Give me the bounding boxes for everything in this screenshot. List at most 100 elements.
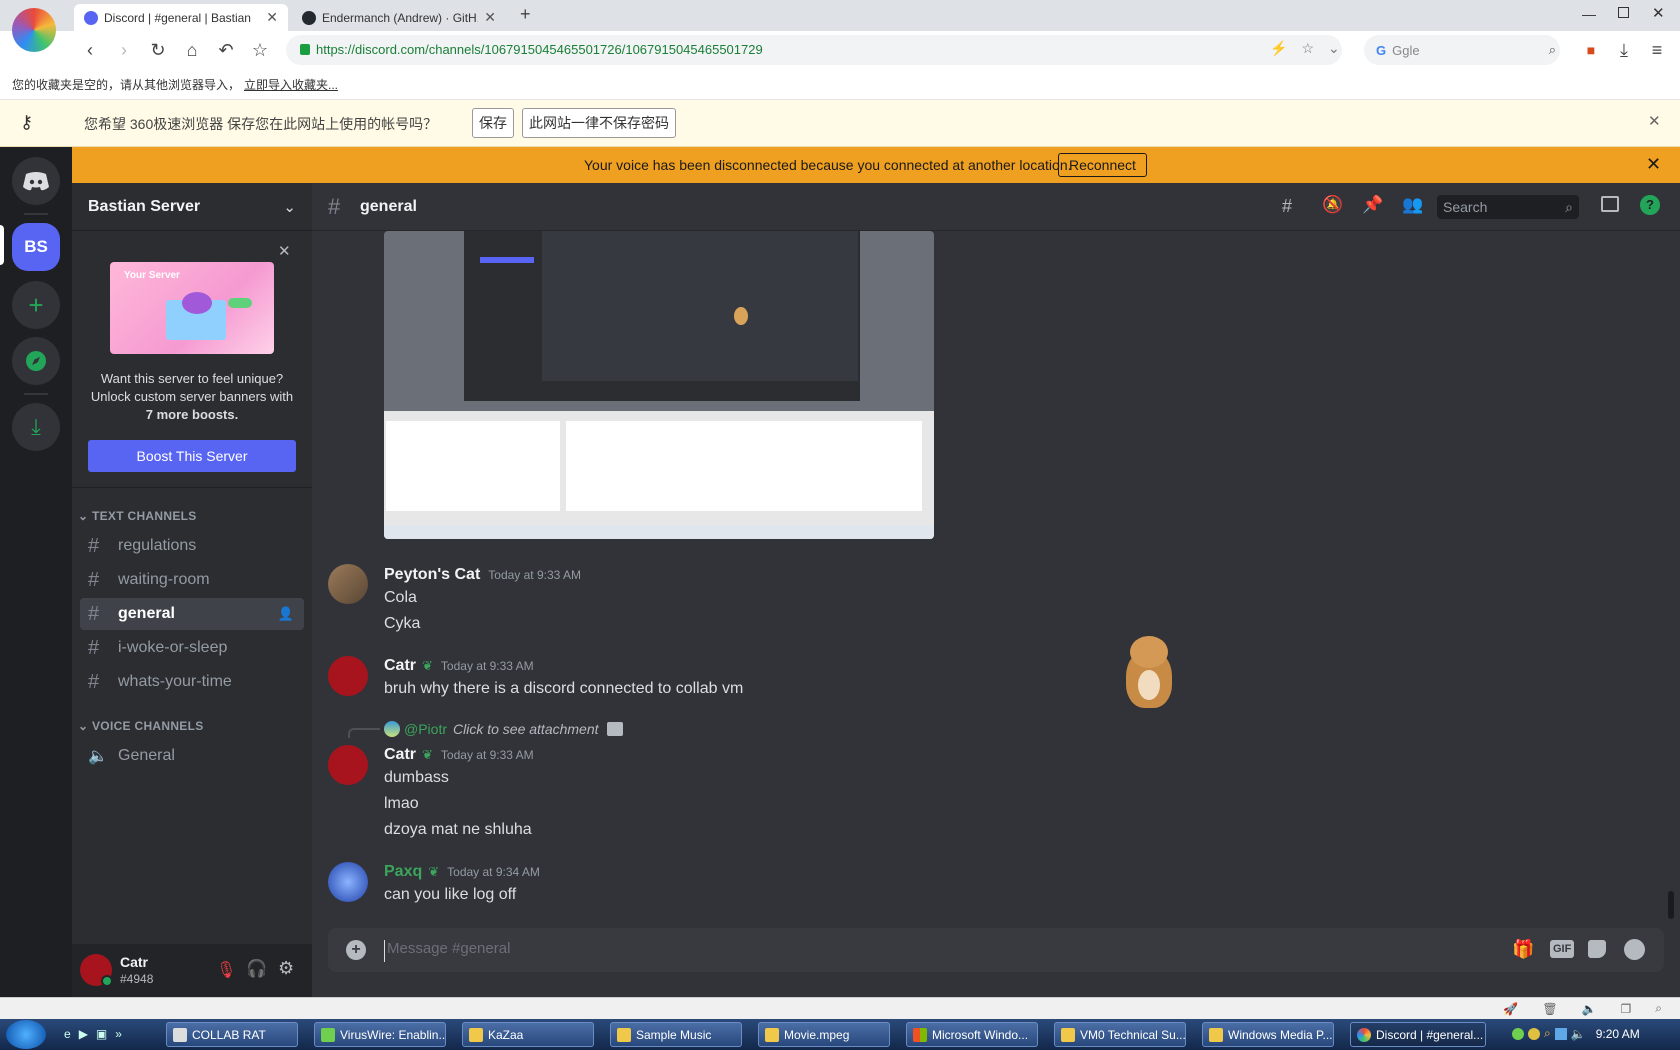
import-bookmarks-link[interactable]: 立即导入收藏夹... xyxy=(244,76,338,93)
explore-compass-icon[interactable] xyxy=(12,337,60,385)
author-name[interactable]: Catr xyxy=(384,746,416,764)
author-name[interactable]: Catr xyxy=(384,657,416,675)
user-avatar[interactable] xyxy=(328,656,368,696)
home-icon[interactable]: ⌂ xyxy=(182,40,202,60)
trash-icon[interactable]: 🗑 xyxy=(1542,1002,1557,1016)
search-icon[interactable]: ⌕ xyxy=(1549,42,1556,58)
taskbar-item-discord[interactable]: Discord | #general... xyxy=(1350,1022,1486,1047)
channel-general[interactable]: # general 👤 xyxy=(80,598,304,630)
close-tab-icon[interactable]: ✕ xyxy=(484,9,496,26)
quicklaunch-more-icon[interactable]: » xyxy=(115,1027,122,1041)
channel-waiting-room[interactable]: # waiting-room xyxy=(80,564,304,596)
taskbar-item-movie[interactable]: Movie.mpeg xyxy=(758,1022,890,1047)
url-text[interactable]: https://discord.com/channels/10679150454… xyxy=(316,42,763,57)
save-password-button[interactable]: 保存 xyxy=(472,108,514,138)
help-icon[interactable]: ? xyxy=(1640,195,1660,215)
reconnect-button[interactable]: Reconnect xyxy=(1058,153,1147,177)
sticker-icon[interactable] xyxy=(1588,940,1606,958)
tray-volume-icon[interactable]: 🔈 xyxy=(1571,1027,1586,1041)
chevron-down-icon[interactable]: ⌄ xyxy=(283,198,296,216)
discord-home-icon[interactable] xyxy=(12,157,60,205)
invite-member-icon[interactable]: 👤 xyxy=(278,606,294,622)
headphones-icon[interactable]: 🎧 xyxy=(246,959,267,979)
close-window-button[interactable]: ✕ xyxy=(1652,4,1665,22)
start-button[interactable] xyxy=(6,1020,46,1049)
channel-regulations[interactable]: # regulations xyxy=(80,530,304,562)
pin-icon[interactable]: 📌 xyxy=(1362,195,1383,215)
close-bar-icon[interactable]: ✕ xyxy=(1648,112,1661,130)
user-avatar[interactable] xyxy=(80,954,113,987)
restore-button[interactable] xyxy=(1618,7,1629,18)
bookmark-star-icon[interactable]: ☆ xyxy=(250,40,270,60)
author-name[interactable]: Peyton's Cat xyxy=(384,566,480,584)
author-name[interactable]: Paxq xyxy=(384,863,422,881)
close-tab-icon[interactable]: ✕ xyxy=(266,9,278,26)
inbox-icon[interactable] xyxy=(1601,196,1619,212)
text-channels-category[interactable]: ⌄ TEXT CHANNELS xyxy=(78,509,197,523)
user-avatar[interactable] xyxy=(328,862,368,902)
taskbar-item-collab-rat[interactable]: COLLAB RAT xyxy=(166,1022,298,1047)
settings-gear-icon[interactable]: ⚙ xyxy=(278,958,294,979)
close-notice-icon[interactable]: ✕ xyxy=(1646,154,1661,175)
favorite-star-icon[interactable]: ☆ xyxy=(1301,40,1314,57)
taskbar-item-sample-music[interactable]: Sample Music xyxy=(610,1022,742,1047)
zoom-icon[interactable]: ⌕ xyxy=(1655,1001,1662,1016)
server-header[interactable]: Bastian Server ⌄ xyxy=(72,183,312,231)
reply-preview[interactable]: @Piotr Click to see attachment xyxy=(384,721,623,737)
add-server-icon[interactable]: + xyxy=(12,281,60,329)
browser-logo-icon[interactable] xyxy=(12,8,56,52)
lightning-icon[interactable]: ⚡ xyxy=(1270,40,1287,57)
upload-plus-icon[interactable]: + xyxy=(346,940,366,960)
taskbar-item-microsoft-windows[interactable]: Microsoft Windo... xyxy=(906,1022,1038,1047)
back-icon[interactable]: ‹ xyxy=(80,40,100,60)
close-card-icon[interactable]: ✕ xyxy=(278,242,291,260)
search-box[interactable]: Search ⌕ xyxy=(1437,195,1579,219)
tab-discord[interactable]: Discord | #general | Bastian ✕ xyxy=(74,4,288,31)
quicklaunch-media-icon[interactable]: ▶ xyxy=(79,1027,88,1041)
scrollbar-thumb[interactable] xyxy=(1668,891,1674,919)
tray-green-icon[interactable] xyxy=(1512,1027,1524,1040)
new-tab-button[interactable]: + xyxy=(520,4,531,25)
mute-mic-icon[interactable]: 🎙 xyxy=(216,960,236,980)
channel-i-woke-or-sleep[interactable]: # i-woke-or-sleep xyxy=(80,632,304,664)
message-input[interactable]: Message #general xyxy=(384,940,1384,962)
channel-whats-your-time[interactable]: # whats-your-time xyxy=(80,666,304,698)
tray-network-icon[interactable] xyxy=(1554,1027,1567,1040)
taskbar-item-kazaa[interactable]: KaZaa xyxy=(462,1022,594,1047)
download-icon[interactable]: ⤓ xyxy=(1614,40,1634,60)
user-avatar[interactable] xyxy=(328,745,368,785)
threads-icon[interactable]: # xyxy=(1282,196,1292,217)
tray-search-icon[interactable]: ⌕ xyxy=(1544,1026,1551,1041)
gift-icon[interactable]: 🎁 xyxy=(1512,939,1534,960)
reply-mention[interactable]: @Piotr xyxy=(404,721,447,737)
gif-icon[interactable]: GIF xyxy=(1550,940,1575,958)
window-icon[interactable]: ❐ xyxy=(1621,1002,1632,1016)
emoji-icon[interactable] xyxy=(1624,939,1645,960)
secure-lock-icon[interactable] xyxy=(300,44,310,55)
reload-icon[interactable]: ↻ xyxy=(148,40,168,60)
extensions-icon[interactable]: ■ xyxy=(1581,40,1601,60)
minimize-button[interactable]: — xyxy=(1582,6,1596,22)
quicklaunch-ie-icon[interactable]: e xyxy=(64,1027,71,1041)
image-attachment[interactable] xyxy=(384,231,934,539)
chevron-down-icon[interactable]: ⌄ xyxy=(1328,40,1340,57)
quicklaunch-desktop-icon[interactable]: ▣ xyxy=(96,1027,107,1041)
tray-clock[interactable]: 9:20 AM xyxy=(1596,1027,1640,1041)
boost-server-button[interactable]: Boost This Server xyxy=(88,440,296,472)
taskbar-item-windows-media[interactable]: Windows Media P... xyxy=(1202,1022,1334,1047)
taskbar-item-viruswire[interactable]: VirusWire: Enablin... xyxy=(314,1022,446,1047)
notification-mute-icon[interactable]: 🔕 xyxy=(1322,195,1343,215)
search-engine-input[interactable]: Ggle xyxy=(1392,43,1549,58)
voice-channel-general[interactable]: 🔈 General xyxy=(80,740,304,772)
rocket-icon[interactable]: 🚀 xyxy=(1503,1002,1518,1016)
tray-yellow-icon[interactable] xyxy=(1528,1027,1540,1040)
forward-icon[interactable]: › xyxy=(114,40,134,60)
tab-github[interactable]: Endermanch (Andrew) · GitH... ✕ xyxy=(292,4,506,31)
user-avatar[interactable] xyxy=(328,564,368,604)
undo-icon[interactable]: ↶ xyxy=(216,40,236,60)
menu-icon[interactable]: ≡ xyxy=(1647,40,1667,60)
taskbar-item-vm0-technical[interactable]: VM0 Technical Su... xyxy=(1054,1022,1186,1047)
download-apps-icon[interactable]: ⤓ xyxy=(12,403,60,451)
server-icon-bastian[interactable]: BS xyxy=(12,223,60,271)
volume-icon[interactable]: 🔈 xyxy=(1582,1002,1597,1016)
